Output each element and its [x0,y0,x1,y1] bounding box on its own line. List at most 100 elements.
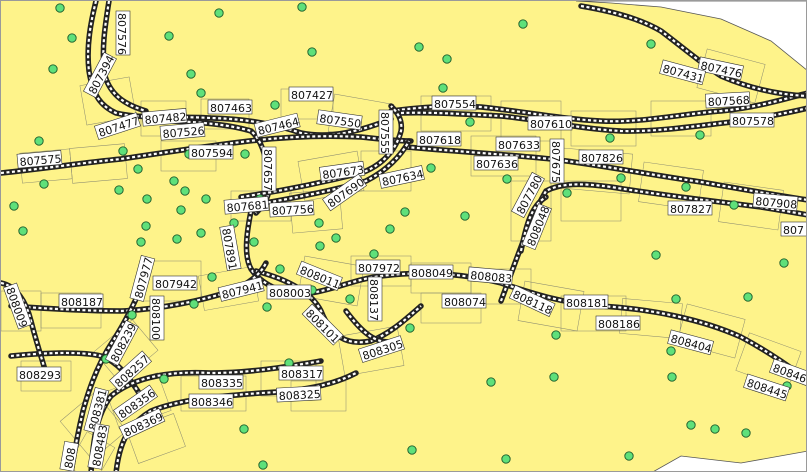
station-23[interactable] [39,179,49,189]
station-2[interactable] [297,2,307,12]
label-808003[interactable]: 808003 [266,284,312,300]
label-807636[interactable]: 807636 [473,155,519,171]
label-808137[interactable]: 808137 [367,276,383,322]
station-71[interactable] [667,372,677,382]
station-42[interactable] [314,218,324,228]
station-51[interactable] [369,249,379,259]
station-28[interactable] [201,194,211,204]
station-40[interactable] [141,221,151,231]
station-37[interactable] [729,200,739,210]
station-44[interactable] [196,228,206,238]
station-82[interactable] [258,460,268,470]
map-svg[interactable]: 807576 807394 807476 807431 807568 80757… [1,1,807,472]
label-808335[interactable]: 808335 [198,374,244,390]
station-52[interactable] [651,250,661,260]
label-808049[interactable]: 808049 [408,264,454,280]
station-31[interactable] [176,205,186,215]
station-30[interactable] [9,201,19,211]
label-808186[interactable]: 808186 [595,315,641,331]
station-47[interactable] [249,237,259,247]
label-807555[interactable]: 807555 [378,109,394,155]
station-32[interactable] [502,174,512,184]
station-10[interactable] [48,64,58,74]
station-22[interactable] [133,164,143,174]
station-19[interactable] [605,133,615,143]
station-38[interactable] [400,207,410,217]
label-808293[interactable]: 808293 [16,366,62,382]
label-807568[interactable]: 807568 [705,91,751,109]
label-808074[interactable]: 808074 [441,293,487,309]
label-807610[interactable]: 807610 [527,115,573,131]
station-64[interactable] [405,323,415,333]
station-36[interactable] [681,182,691,192]
station-54[interactable] [207,272,217,282]
label-807[interactable]: 807 [780,221,807,237]
station-9[interactable] [646,39,656,49]
label-807576[interactable]: 807576 [115,10,131,56]
station-7[interactable] [414,42,424,52]
station-12[interactable] [196,88,206,98]
label-807618[interactable]: 807618 [416,131,462,147]
station-24[interactable] [169,176,179,186]
station-49[interactable] [136,237,146,247]
station-13[interactable] [438,83,448,93]
station-53[interactable] [779,258,789,268]
label-807657[interactable]: 807657 [261,146,277,192]
station-3[interactable] [518,19,528,29]
station-20[interactable] [240,149,250,159]
station-56[interactable] [743,292,753,302]
station-77[interactable] [741,428,751,438]
label-808346[interactable]: 808346 [188,393,234,409]
label-807675[interactable]: 807675 [549,138,565,184]
label-807427[interactable]: 807427 [288,86,334,102]
station-58[interactable] [345,294,355,304]
station-15[interactable] [465,117,475,127]
label-807826[interactable]: 807826 [578,149,624,165]
station-33[interactable] [426,163,436,173]
station-76[interactable] [710,424,720,434]
label-808325[interactable]: 808325 [276,385,322,403]
station-26[interactable] [180,186,190,196]
station-65[interactable] [551,330,561,340]
station-14[interactable] [270,100,280,110]
station-81[interactable] [624,451,634,461]
station-16[interactable] [34,136,44,146]
label-807594[interactable]: 807594 [188,144,234,160]
station-1[interactable] [214,8,224,18]
station-78[interactable] [239,424,249,434]
station-46[interactable] [331,233,341,243]
station-35[interactable] [616,173,626,183]
label-807633[interactable]: 807633 [495,136,541,152]
station-5[interactable] [164,31,174,41]
station-80[interactable] [501,454,511,464]
label-808181[interactable]: 808181 [563,294,609,310]
station-72[interactable] [486,377,496,387]
station-73[interactable] [549,372,559,382]
station-62[interactable] [262,302,272,312]
station-34[interactable] [562,188,572,198]
station-6[interactable] [307,47,317,57]
station-55[interactable] [275,264,285,274]
label-807756[interactable]: 807756 [269,200,315,218]
station-11[interactable] [186,69,196,79]
station-39[interactable] [460,211,470,221]
station-48[interactable] [172,234,182,244]
label-807972[interactable]: 807972 [355,259,401,275]
station-66[interactable] [666,346,676,356]
station-43[interactable] [18,226,28,236]
station-18[interactable] [695,130,705,140]
label-808100[interactable]: 808100 [149,295,165,341]
station-8[interactable] [442,54,452,64]
station-57[interactable] [671,294,681,304]
station-60[interactable] [189,299,199,309]
label-808317[interactable]: 808317 [278,365,324,381]
station-45[interactable] [385,224,395,234]
station-75[interactable] [686,420,696,430]
station-50[interactable] [315,241,325,251]
station-4[interactable] [67,33,77,43]
label-807463[interactable]: 807463 [207,99,253,115]
map-canvas[interactable]: 807576 807394 807476 807431 807568 80757… [0,0,807,472]
label-807942[interactable]: 807942 [152,275,198,291]
station-25[interactable] [114,185,124,195]
label-807827[interactable]: 807827 [667,200,713,216]
